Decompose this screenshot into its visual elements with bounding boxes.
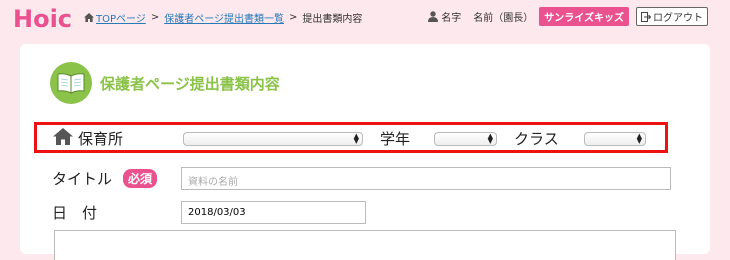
date-input[interactable]: 2018/03/03 — [181, 201, 366, 224]
nursery-select[interactable]: ▲ ▼ — [183, 132, 363, 146]
logout-button[interactable]: ログアウト — [636, 7, 708, 26]
nursery-home-icon — [53, 128, 73, 145]
breadcrumb-current: 提出書類内容 — [302, 14, 363, 25]
breadcrumb-list-link[interactable]: 保護者ページ提出書類一覧 — [164, 10, 284, 25]
home-icon — [84, 13, 94, 22]
title-label: タイトル — [52, 170, 113, 188]
svg-text:Hoic: Hoic — [13, 5, 72, 32]
user-icon — [428, 11, 439, 22]
breadcrumb: TOPページ > 保護者ページ提出書類一覧 > 提出書類内容 — [84, 10, 362, 25]
header: Hoic TOPページ > 保護者ページ提出書類一覧 > 提出書類内容 名字 名… — [0, 0, 730, 34]
title-input[interactable]: 資料の名前 — [181, 167, 671, 190]
breadcrumb-top-link[interactable]: TOPページ — [96, 10, 146, 25]
logout-label: ログアウト — [653, 13, 703, 24]
date-value: 2018/03/03 — [188, 207, 246, 218]
book-icon — [50, 62, 92, 104]
select-arrows-icon: ▲ ▼ — [353, 132, 359, 145]
nursery-label: 保育所 — [78, 130, 124, 148]
select-arrows-icon: ▲ ▼ — [636, 132, 642, 145]
hoic-logo[interactable]: Hoic — [13, 4, 73, 32]
page-heading: 保護者ページ提出書類内容 — [50, 62, 280, 104]
user-role: 名前（園長） — [473, 13, 534, 24]
page-title: 保護者ページ提出書類内容 — [100, 74, 280, 93]
breadcrumb-separator: > — [150, 12, 160, 23]
title-input-placeholder: 資料の名前 — [188, 177, 238, 188]
user-name: 名字 — [441, 13, 462, 24]
class-label: クラス — [514, 130, 559, 148]
school-badge: サンライズキッズ — [539, 7, 629, 26]
logout-icon — [641, 11, 651, 22]
grade-label: 学年 — [380, 130, 411, 148]
class-select[interactable]: ▲ ▼ — [584, 132, 646, 146]
main-panel: 保護者ページ提出書類内容 保育所 ▲ ▼ 学年 ▲ ▼ クラス ▲ ▼ タイトル 必須… — [20, 44, 710, 260]
content-textarea[interactable] — [54, 230, 676, 260]
user-area: 名字 名前（園長） サンライズキッズ ログアウト — [428, 7, 708, 26]
date-label: 日 付 — [52, 204, 98, 222]
grade-select[interactable]: ▲ ▼ — [434, 132, 497, 146]
select-arrows-icon: ▲ ▼ — [487, 132, 493, 145]
required-badge: 必須 — [123, 169, 158, 188]
breadcrumb-separator: > — [289, 12, 298, 23]
